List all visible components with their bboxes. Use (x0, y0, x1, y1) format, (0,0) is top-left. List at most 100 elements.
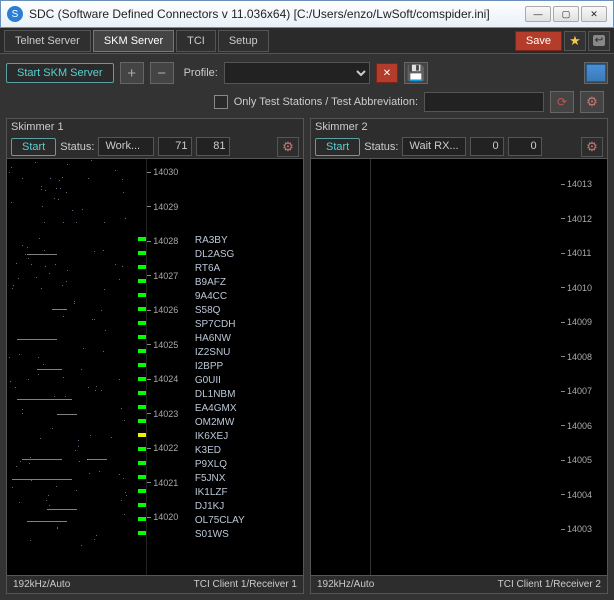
callsign-label: SP7CDH (195, 319, 236, 330)
remove-profile-button[interactable]: − (150, 62, 174, 84)
scale-tick: 14004 (561, 490, 592, 500)
scale-tick: 14007 (561, 386, 592, 396)
only-test-stations-checkbox[interactable] (214, 95, 228, 109)
screenshot-button[interactable] (584, 62, 608, 84)
skimmer-2-start-button[interactable]: Start (315, 138, 360, 156)
scale-tick: 14021 (147, 478, 178, 488)
callsign-label: IK1LZF (195, 487, 228, 498)
skimmer-1-start-button[interactable]: Start (11, 138, 56, 156)
maximize-button[interactable]: ▢ (553, 6, 579, 22)
favorite-button[interactable]: ★ (564, 31, 586, 51)
callsign-label: S01WS (195, 529, 229, 540)
tab-tci[interactable]: TCI (176, 30, 216, 52)
add-profile-button[interactable]: + (120, 62, 144, 84)
profile-select[interactable] (224, 62, 370, 84)
skimmer-2-status-label: Status: (364, 141, 398, 153)
scale-tick: 14011 (561, 248, 591, 258)
callsign-label: RA3BY (195, 235, 228, 246)
skimmer-1-settings-button[interactable]: ⚙ (277, 137, 299, 157)
skimmer-2-title: Skimmer 2 (311, 119, 607, 135)
scale-tick: 14023 (147, 409, 178, 419)
skimmer-1-status: Work... (98, 137, 154, 156)
callsign-label: HA6NW (195, 333, 231, 344)
skimmer-1-count-1: 71 (158, 137, 192, 156)
skimmer-1-count-2: 81 (196, 137, 230, 156)
scale-tick: 14028 (147, 236, 178, 246)
settings-button[interactable]: ⚙ (580, 91, 604, 113)
exit-button[interactable]: ↩ (588, 31, 610, 51)
exit-icon: ↩ (593, 35, 605, 46)
skimmer-1-footer-right: TCI Client 1/Receiver 1 (194, 579, 297, 590)
scale-tick: 14013 (561, 179, 592, 189)
skimmer-2-count-2: 0 (508, 137, 542, 156)
scale-tick: 14030 (147, 167, 178, 177)
skimmer-2-waterfall[interactable]: 14013 14012 14011 14010 14009 14008 14007 14006… (311, 159, 607, 575)
callsign-label: P9XLQ (195, 459, 227, 470)
callsign-label: IK6XEJ (195, 431, 228, 442)
scale-tick: 14022 (147, 443, 178, 453)
callsign-label: OM2MW (195, 417, 234, 428)
skimmer-2-panel: Skimmer 2 Start Status: Wait RX... 0 0 ⚙… (310, 118, 608, 594)
callsign-label: K3ED (195, 445, 221, 456)
callsign-label: OL75CLAY (195, 515, 245, 526)
minimize-button[interactable]: — (525, 6, 551, 22)
window-titlebar: S SDC (Software Defined Connectors v 11.… (0, 0, 614, 28)
photo-icon (586, 64, 606, 82)
tab-telnet[interactable]: Telnet Server (4, 30, 91, 52)
profile-label: Profile: (184, 67, 218, 79)
callsign-label: RT6A (195, 263, 220, 274)
refresh-icon: ⟳ (557, 95, 567, 109)
gear-icon: ⚙ (586, 94, 598, 110)
skimmer-2-footer-left: 192kHz/Auto (317, 579, 374, 590)
tab-setup[interactable]: Setup (218, 30, 269, 52)
main-tabs: Telnet Server SKM Server TCI Setup Save … (0, 28, 614, 54)
close-button[interactable]: ✕ (581, 6, 607, 22)
callsign-label: DL1NBM (195, 389, 236, 400)
callsign-label: G0UII (195, 375, 221, 386)
skimmer-1-status-label: Status: (60, 141, 94, 153)
scale-tick: 14012 (561, 214, 592, 224)
scale-tick: 14029 (147, 202, 178, 212)
scale-tick: 14024 (147, 374, 178, 384)
skimmer-2-status: Wait RX... (402, 137, 465, 156)
callsign-label: 9A4CC (195, 291, 227, 302)
scale-tick: 14010 (561, 283, 592, 293)
scale-tick: 14025 (147, 340, 178, 350)
window-title: SDC (Software Defined Connectors v 11.03… (29, 7, 490, 21)
tab-skm[interactable]: SKM Server (93, 30, 174, 52)
callsign-label: EA4GMX (195, 403, 237, 414)
scale-tick: 14009 (561, 317, 592, 327)
callsign-label: I2BPP (195, 361, 223, 372)
callsign-label: DJ1KJ (195, 501, 224, 512)
skimmer-2-settings-button[interactable]: ⚙ (581, 137, 603, 157)
profile-toolbar: Start SKM Server + − Profile: ✕ 💾 (6, 60, 608, 86)
callsign-label: DL2ASG (195, 249, 234, 260)
scale-tick: 14027 (147, 271, 178, 281)
callsign-label: B9AFZ (195, 277, 226, 288)
app-icon: S (7, 6, 23, 22)
delete-profile-button[interactable]: ✕ (376, 63, 398, 83)
callsign-label: S58Q (195, 305, 221, 316)
scale-tick: 14008 (561, 352, 592, 362)
test-stations-label: Only Test Stations / Test Abbreviation: (234, 96, 418, 108)
star-icon: ★ (569, 33, 581, 49)
save-button[interactable]: Save (515, 31, 562, 51)
test-abbreviation-input[interactable] (424, 92, 544, 112)
test-stations-row: Only Test Stations / Test Abbreviation: … (6, 90, 608, 114)
callsign-label: IZ2SNU (195, 347, 231, 358)
scale-tick: 14026 (147, 305, 178, 315)
skimmer-2-footer-right: TCI Client 1/Receiver 2 (498, 579, 601, 590)
skimmer-1-waterfall[interactable]: 14030 14029 14028 14027 14026 14025 14024 14023… (7, 159, 303, 575)
save-profile-button[interactable]: 💾 (404, 62, 428, 84)
skimmer-1-footer-left: 192kHz/Auto (13, 579, 70, 590)
scale-tick: 14003 (561, 524, 592, 534)
scale-tick: 14020 (147, 512, 178, 522)
scale-tick: 14005 (561, 455, 592, 465)
skimmer-1-panel: Skimmer 1 Start Status: Work... 71 81 ⚙ … (6, 118, 304, 594)
callsign-label: F5JNX (195, 473, 226, 484)
scale-tick: 14006 (561, 421, 592, 431)
refresh-button[interactable]: ⟳ (550, 91, 574, 113)
start-skm-server-button[interactable]: Start SKM Server (6, 63, 114, 83)
skimmer-2-count-1: 0 (470, 137, 504, 156)
skimmer-1-title: Skimmer 1 (7, 119, 303, 135)
